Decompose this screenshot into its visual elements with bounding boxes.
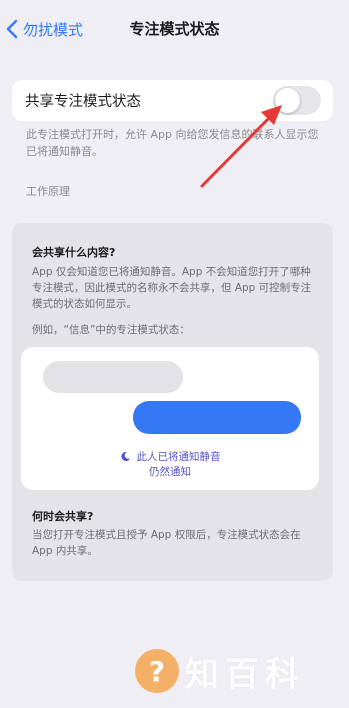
when-shared-heading: 何时会共享? — [32, 510, 94, 523]
how-it-works-link[interactable]: 工作原理 — [26, 183, 70, 199]
watermark-text: 知百科 — [185, 654, 305, 695]
example-label: 例如，“信息”中的专注模式状态： — [32, 324, 190, 336]
toggle-knob — [275, 88, 300, 113]
watermark: ? 知百科 — [135, 646, 305, 696]
messages-preview: 此人已将通知静音 仍然通知 — [21, 347, 319, 490]
page-title: 专注模式状态 — [129, 20, 220, 38]
moon-icon — [120, 451, 130, 462]
when-shared-body: 当您打开专注模式且授予 App 权限后，专注模式状态会在 App 内共享。 — [32, 529, 301, 557]
watermark-question-icon: ? — [135, 649, 179, 693]
share-focus-status-toggle[interactable] — [273, 86, 321, 115]
toggle-footnote: 此专注模式打开时，允许 App 向给您发信息的联系人显示您已将通知静音。 — [26, 128, 319, 158]
what-shared-body: App 仅会知道您已将通知静音。App 不会知道您打开了哪种专注模式，因此模式的… — [32, 266, 312, 310]
notify-anyway-link: 仍然通知 — [149, 466, 191, 478]
info-card: 会共享什么内容? App 仅会知道您已将通知静音。App 不会知道您打开了哪种专… — [12, 223, 333, 581]
navigation-bar: 勿扰模式 专注模式状态 — [0, 0, 349, 58]
focus-status-text: 此人已将通知静音 — [136, 451, 221, 463]
incoming-message-bubble — [43, 361, 183, 393]
share-focus-status-label: 共享专注模式状态 — [25, 94, 141, 110]
share-focus-status-row: 共享专注模式状态 — [12, 80, 333, 121]
focus-status-notice: 此人已将通知静音 — [21, 449, 319, 464]
what-shared-heading: 会共享什么内容? — [32, 246, 116, 259]
outgoing-message-bubble — [133, 401, 301, 434]
